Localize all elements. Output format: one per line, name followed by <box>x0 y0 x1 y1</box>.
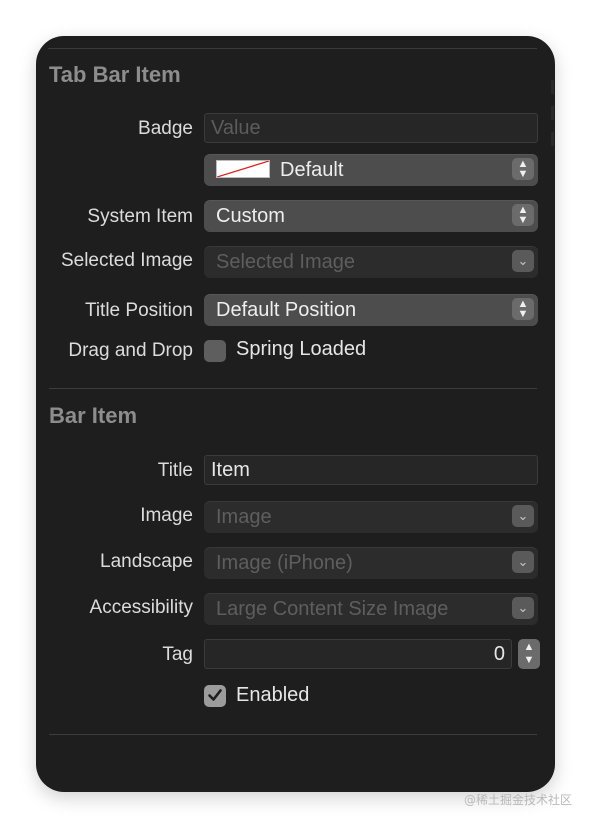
selected-image-placeholder: Selected Image <box>216 251 355 273</box>
chevron-down-icon: ⌄ <box>512 250 534 272</box>
chevron-down-icon: ⌄ <box>512 597 534 619</box>
color-swatch-icon <box>216 160 270 179</box>
system-item-value: Custom <box>216 205 285 227</box>
watermark: @稀土掘金技术社区 <box>463 793 572 807</box>
section-divider <box>49 388 537 389</box>
chevron-down-icon: ⌄ <box>512 505 534 527</box>
title-position-label: Title Position <box>84 300 193 321</box>
checkmark-icon <box>208 689 222 701</box>
title-position-value: Default Position <box>216 299 357 321</box>
system-item-label: System Item <box>87 206 193 227</box>
enabled-checkbox[interactable] <box>204 685 226 707</box>
enabled-label: Enabled <box>236 684 310 706</box>
spring-loaded-label: Spring Loaded <box>236 338 367 360</box>
tag-value: 0 <box>493 643 505 665</box>
title-position-popup[interactable]: Default Position ▲ ▼ <box>204 294 538 326</box>
accessibility-label: Accessibility <box>89 597 193 618</box>
landscape-placeholder: Image (iPhone) <box>216 552 353 574</box>
updown-chevron-icon: ▲ ▼ <box>512 204 534 226</box>
updown-chevron-icon: ▲ ▼ <box>512 298 534 320</box>
updown-chevron-icon[interactable]: ▲ ▼ <box>518 639 540 669</box>
title-value: Item <box>211 459 250 481</box>
chevron-down-icon: ⌄ <box>512 551 534 573</box>
updown-chevron-icon: ▲ ▼ <box>512 158 534 180</box>
edge-marker <box>551 80 554 94</box>
section-divider <box>49 734 537 735</box>
image-popup[interactable]: Image ⌄ <box>204 501 538 533</box>
section-title-bar-item: Bar Item <box>49 403 138 428</box>
accessibility-placeholder: Large Content Size Image <box>216 598 449 620</box>
edge-marker <box>551 132 554 146</box>
landscape-label: Landscape <box>100 551 193 572</box>
image-placeholder: Image <box>216 506 272 528</box>
top-divider <box>48 48 537 49</box>
selected-image-popup[interactable]: Selected Image ⌄ <box>204 246 538 278</box>
title-field[interactable]: Item <box>204 455 538 485</box>
badge-field[interactable]: Value <box>204 113 538 143</box>
drag-and-drop-label: Drag and Drop <box>68 340 193 361</box>
selected-image-label: Selected Image <box>60 250 193 271</box>
badge-placeholder: Value <box>211 117 261 139</box>
badge-label: Badge <box>138 118 193 139</box>
spring-loaded-checkbox[interactable] <box>204 340 226 362</box>
section-title-tab-bar-item: Tab Bar Item <box>49 62 181 87</box>
badge-color-value: Default <box>280 159 344 181</box>
title-label: Title <box>157 460 193 481</box>
badge-color-popup[interactable]: Default ▲ ▼ <box>204 154 538 186</box>
attributes-inspector-panel: Tab Bar Item Badge Value Default ▲ ▼ Syst… <box>36 36 555 792</box>
image-label: Image <box>140 505 193 526</box>
system-item-popup[interactable]: Custom ▲ ▼ <box>204 200 538 232</box>
landscape-popup[interactable]: Image (iPhone) ⌄ <box>204 547 538 579</box>
edge-marker <box>551 106 554 120</box>
tag-label: Tag <box>162 644 193 665</box>
accessibility-popup[interactable]: Large Content Size Image ⌄ <box>204 593 538 625</box>
tag-field[interactable]: 0 <box>204 639 512 669</box>
